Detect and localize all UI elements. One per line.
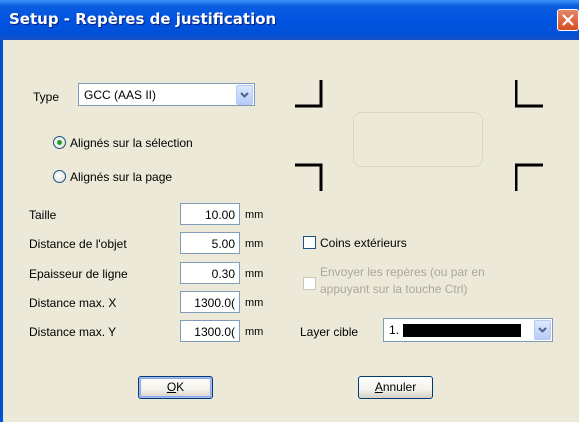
type-dropdown-button[interactable]: [236, 85, 253, 105]
layer-dropdown-button[interactable]: [534, 320, 551, 340]
object-distance-unit: mm: [245, 238, 264, 250]
target-layer-label: Layer cible: [300, 325, 359, 339]
align-page-label[interactable]: Alignés sur la page: [70, 170, 172, 184]
cancel-button[interactable]: Annuler: [358, 376, 433, 399]
max-distance-y-input[interactable]: 1300.0(: [180, 320, 240, 342]
size-unit: mm: [245, 209, 264, 221]
layer-color-swatch: [403, 324, 521, 337]
target-layer-select[interactable]: 1.: [383, 318, 553, 342]
line-thickness-unit: mm: [245, 268, 264, 280]
send-marks-label-line2: appuyant sur la touche Ctrl): [320, 282, 468, 296]
title-bar[interactable]: Setup - Repères de justification: [0, 0, 579, 40]
outer-corners-label[interactable]: Coins extérieurs: [320, 236, 407, 250]
cancel-label-rest: nnuler: [382, 380, 417, 394]
object-distance-input[interactable]: 5.00: [180, 232, 240, 254]
cancel-mnemonic: A: [374, 380, 383, 394]
chevron-down-icon: [240, 92, 249, 98]
preview-object: [353, 112, 483, 167]
outer-corners-checkbox[interactable]: [303, 236, 316, 249]
type-label: Type: [33, 90, 60, 104]
target-layer-value: 1.: [389, 323, 400, 337]
window-title: Setup - Repères de justification: [9, 10, 277, 28]
max-distance-y-label: Distance max. Y: [29, 325, 117, 339]
max-distance-x-input[interactable]: 1300.0(: [180, 291, 240, 313]
ok-button[interactable]: OK: [138, 376, 213, 399]
corner-mark-top-left-icon: [295, 80, 323, 108]
align-page-radio[interactable]: [53, 170, 66, 183]
setup-dialog: Setup - Repères de justification Type GC…: [0, 0, 579, 422]
dialog-content: Type GCC (AAS II) Alignés sur la sélecti…: [3, 40, 579, 422]
chevron-down-icon: [538, 327, 547, 333]
size-input[interactable]: 10.00: [180, 203, 240, 225]
align-selection-label[interactable]: Alignés sur la sélection: [70, 136, 193, 150]
max-distance-x-label: Distance max. X: [29, 296, 117, 310]
type-select[interactable]: GCC (AAS II): [78, 83, 255, 106]
type-select-value: GCC (AAS II): [84, 88, 157, 102]
corner-mark-bottom-left-icon: [295, 163, 323, 191]
align-selection-radio[interactable]: [53, 136, 66, 149]
close-button[interactable]: [557, 9, 579, 31]
close-icon: [562, 14, 574, 26]
send-marks-label-line1: Envoyer les repères (ou par en: [320, 265, 485, 279]
ok-label-rest: K: [176, 380, 185, 394]
corner-mark-bottom-right-icon: [515, 163, 543, 191]
corner-mark-top-right-icon: [515, 80, 543, 108]
line-thickness-label: Epaisseur de ligne: [29, 267, 128, 281]
max-distance-x-unit: mm: [245, 297, 264, 309]
radio-selected-dot: [57, 140, 62, 145]
max-distance-y-unit: mm: [245, 326, 264, 338]
ok-mnemonic: O: [166, 380, 177, 394]
object-distance-label: Distance de l'objet: [29, 237, 127, 251]
line-thickness-input[interactable]: 0.30: [180, 262, 240, 284]
size-label: Taille: [29, 208, 57, 222]
send-marks-checkbox[interactable]: [303, 277, 316, 290]
